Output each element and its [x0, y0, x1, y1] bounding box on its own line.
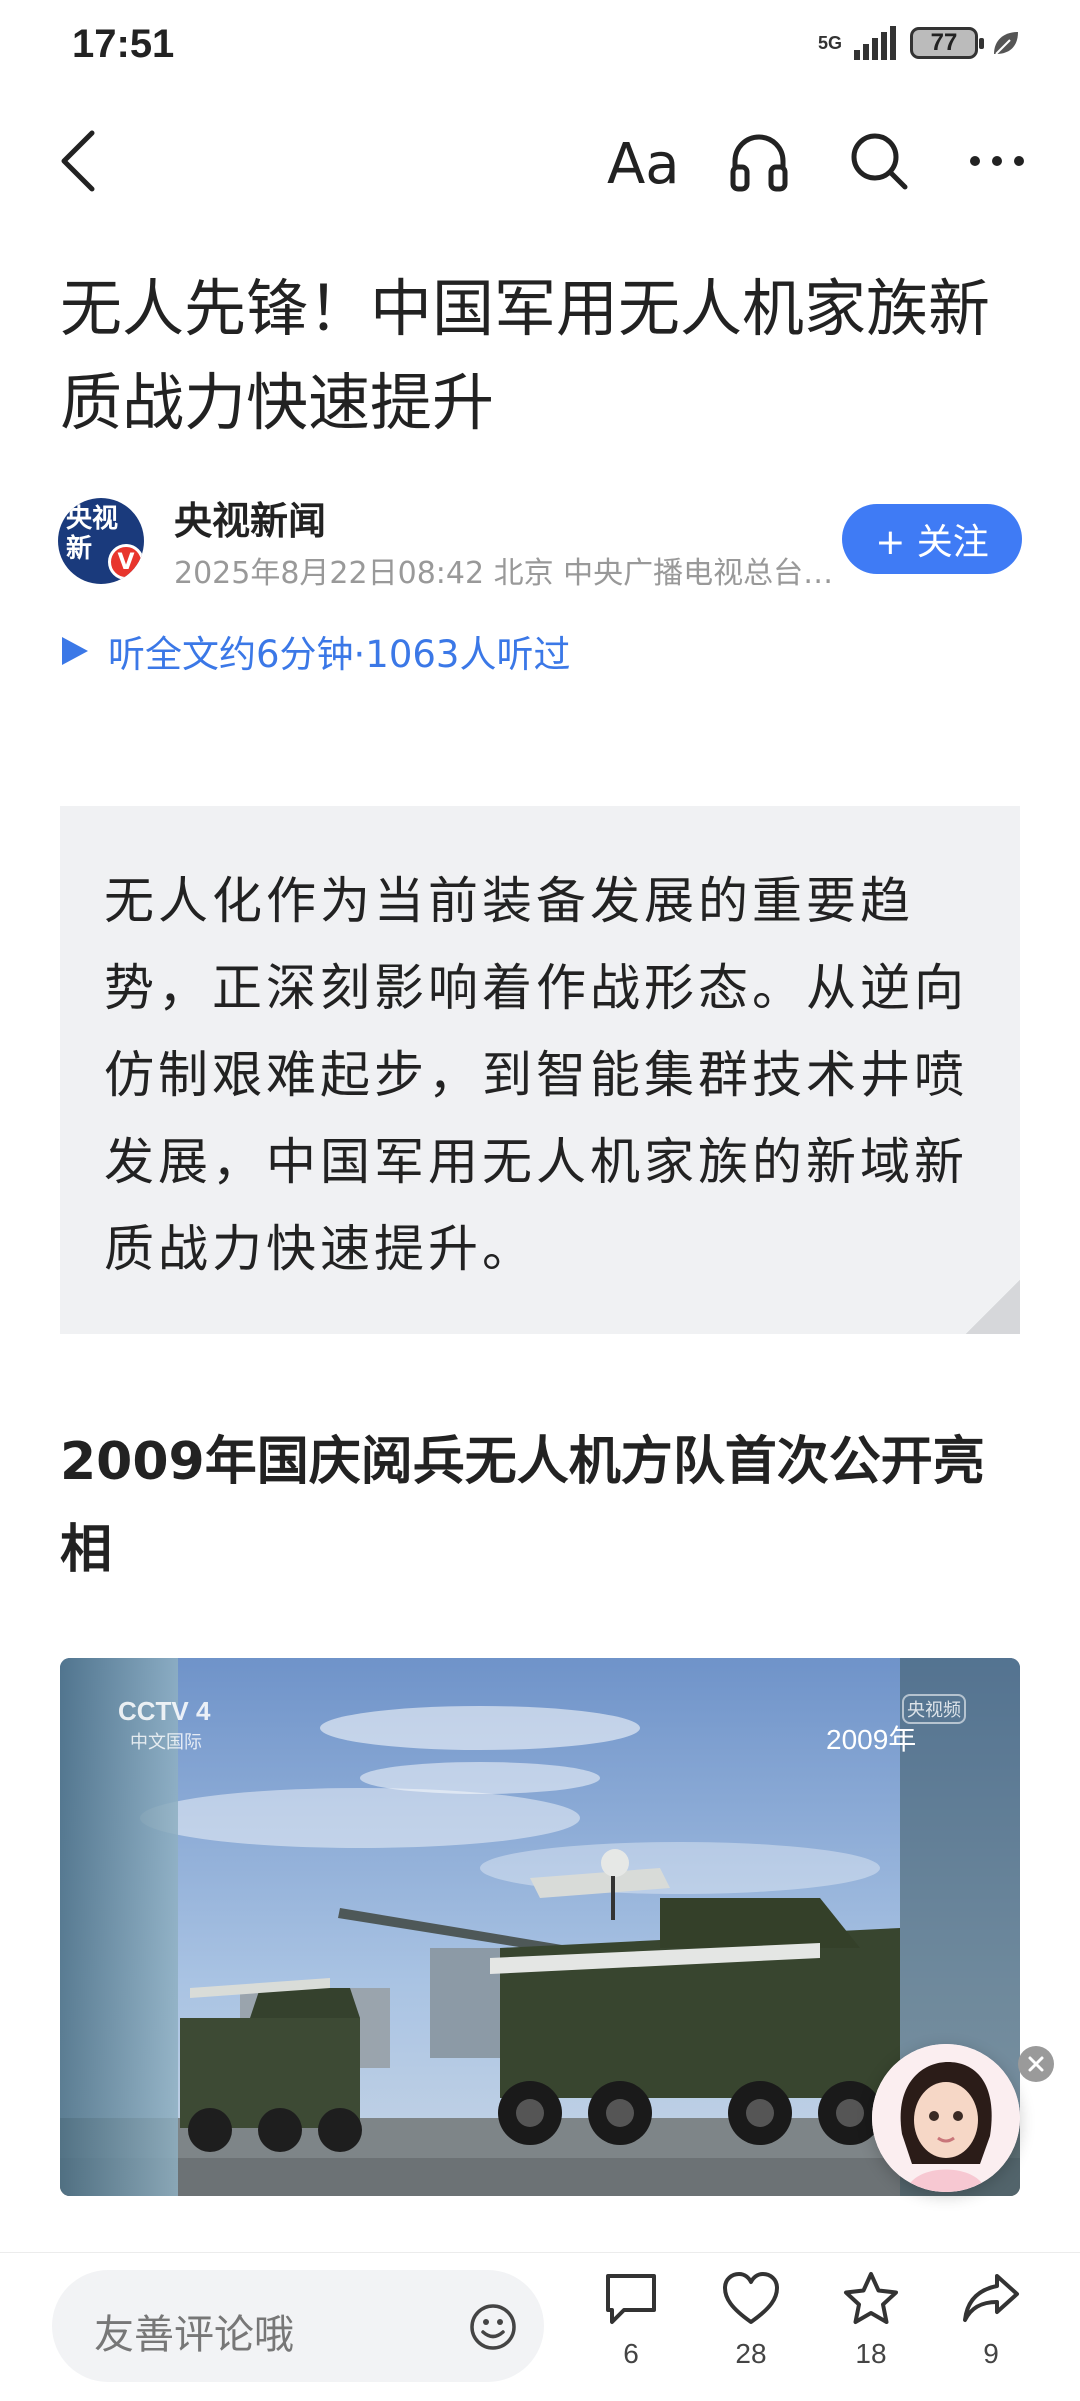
- assistant-close-button[interactable]: [1018, 2046, 1054, 2082]
- favorite-button[interactable]: 18: [826, 2270, 916, 2370]
- verified-badge: V: [108, 544, 144, 580]
- author-avatar[interactable]: 央视新 V: [58, 498, 144, 584]
- status-time: 17:51: [72, 22, 175, 66]
- year-tag: 2009年: [826, 1724, 917, 1755]
- search-button[interactable]: [836, 118, 922, 204]
- emoji-icon[interactable]: [468, 2302, 518, 2352]
- channel-sub: 中文国际: [130, 1732, 202, 1753]
- more-button[interactable]: [954, 118, 1040, 204]
- svg-text:Aa: Aa: [607, 132, 677, 191]
- channel-logo: CCTV 4: [118, 1696, 211, 1726]
- chevron-left-icon: [61, 130, 95, 192]
- favorite-count: 18: [855, 2338, 887, 2369]
- listen-text: 听全文约6分钟·1063人听过: [108, 633, 571, 676]
- listen-button[interactable]: [716, 118, 802, 204]
- like-count: 28: [735, 2338, 767, 2369]
- signal-icon: [854, 26, 896, 60]
- status-indicators: 5G 77: [818, 26, 1020, 60]
- more-icon: [970, 156, 1024, 166]
- comment-button[interactable]: 6: [586, 2270, 676, 2370]
- summary-text: 无人化作为当前装备发展的重要趋势，正深刻影响着作战形态。从逆向仿制艰难起步，到智…: [104, 872, 968, 1278]
- follow-button[interactable]: + 关注: [842, 504, 1022, 574]
- like-button[interactable]: 28: [706, 2270, 796, 2370]
- heart-icon: [723, 2272, 779, 2324]
- star-icon: [844, 2272, 898, 2324]
- article-summary: 无人化作为当前装备发展的重要趋势，正深刻影响着作战形态。从逆向仿制艰难起步，到智…: [60, 806, 1020, 1334]
- network-label: 5G: [817, 33, 842, 53]
- section-heading: 2009年国庆阅兵无人机方队首次公开亮相: [60, 1432, 985, 1580]
- comment-placeholder: 友善评论哦: [94, 2312, 294, 2358]
- battery-level: 77: [930, 29, 958, 56]
- follow-label: + 关注: [875, 522, 989, 563]
- back-button[interactable]: [36, 118, 122, 204]
- headphones-icon: [730, 134, 788, 192]
- author-name[interactable]: 央视新闻: [174, 490, 326, 545]
- battery-icon: 77: [910, 27, 984, 59]
- article-title: 无人先锋！中国军用无人机家族新质战力快速提升: [60, 272, 991, 439]
- comment-input[interactable]: 友善评论哦: [52, 2270, 544, 2382]
- leaf-icon: [994, 32, 1018, 55]
- page-fold-decoration: [966, 1280, 1020, 1334]
- font-size-icon: Aa: [607, 132, 677, 191]
- search-icon: [851, 133, 908, 190]
- close-icon: [1028, 2056, 1044, 2072]
- share-count: 9: [983, 2338, 999, 2369]
- publish-meta: 2025年8月22日08:42 北京 中央广播电视总台…: [174, 556, 834, 591]
- font-size-button[interactable]: Aa: [598, 118, 684, 204]
- comment-icon: [606, 2274, 656, 2324]
- assistant-avatar-icon: [872, 2044, 1020, 2192]
- share-icon: [963, 2274, 1019, 2322]
- ai-assistant-avatar[interactable]: [872, 2044, 1020, 2192]
- comment-count: 6: [623, 2338, 639, 2369]
- cctv-video-badge: 央视频: [902, 1694, 966, 1724]
- listen-full-text[interactable]: 听全文约6分钟·1063人听过: [60, 624, 570, 678]
- share-button[interactable]: 9: [946, 2270, 1036, 2370]
- play-icon: [62, 637, 88, 665]
